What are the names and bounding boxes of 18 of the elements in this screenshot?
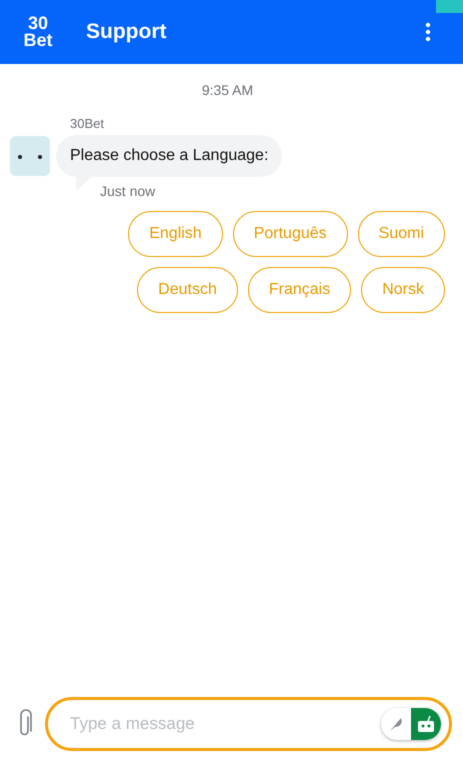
feather-icon[interactable] <box>389 716 403 732</box>
header-title: Support <box>86 20 168 44</box>
language-option[interactable]: Português <box>232 211 348 257</box>
language-option[interactable]: Norsk <box>361 267 445 313</box>
logo-text: 30 <box>28 14 48 32</box>
language-option[interactable]: English <box>128 211 223 257</box>
language-option[interactable]: Deutsch <box>137 267 238 313</box>
sender-name: 30Bet <box>70 116 105 131</box>
logo-text: Bet <box>23 32 52 50</box>
message-bubble: Please choose a Language: <box>56 135 282 177</box>
menu-icon[interactable] <box>425 22 431 42</box>
language-option[interactable]: Suomi <box>358 211 445 257</box>
message-field[interactable]: Type a message <box>45 697 452 751</box>
avatar-icon <box>10 136 50 176</box>
message-time: Just now <box>100 183 156 199</box>
timestamp: 9:35 AM <box>202 82 254 98</box>
bot-icon[interactable] <box>417 715 435 733</box>
language-option[interactable]: Français <box>248 267 352 313</box>
